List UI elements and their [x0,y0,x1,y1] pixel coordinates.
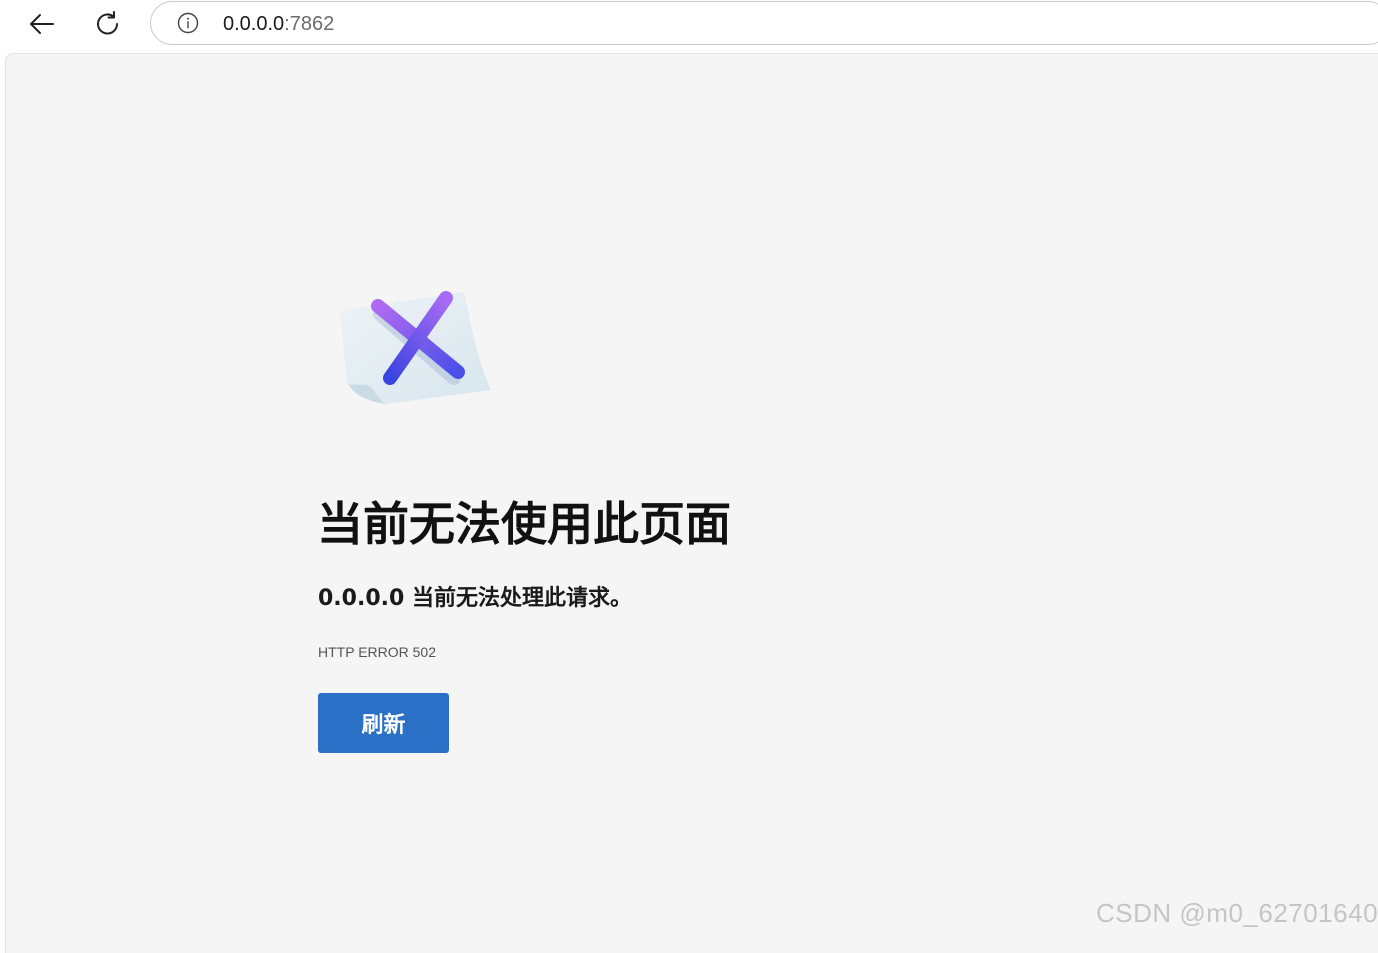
reload-button[interactable] [90,6,126,42]
error-x-illustration-icon [340,291,491,404]
error-subtitle: 0.0.0.0 当前无法处理此请求。 [318,586,632,611]
arrow-left-icon [30,14,54,34]
url-host: 0.0.0.0 [223,13,285,35]
reload-icon [97,11,118,35]
browser-toolbar: 0.0.0.0:7862 [0,0,1378,52]
watermark: CSDN @m0_62701640 [1096,898,1378,928]
url-port: :7862 [284,13,335,35]
error-title: 当前无法使用此页面 [317,497,731,551]
address-bar[interactable]: 0.0.0.0:7862 [150,1,1378,45]
back-button[interactable] [24,6,60,42]
refresh-button[interactable]: 刷新 [318,693,449,753]
url-text[interactable]: 0.0.0.0:7862 [223,13,334,36]
error-code: HTTP ERROR 502 [318,644,436,660]
info-icon[interactable] [177,12,199,34]
